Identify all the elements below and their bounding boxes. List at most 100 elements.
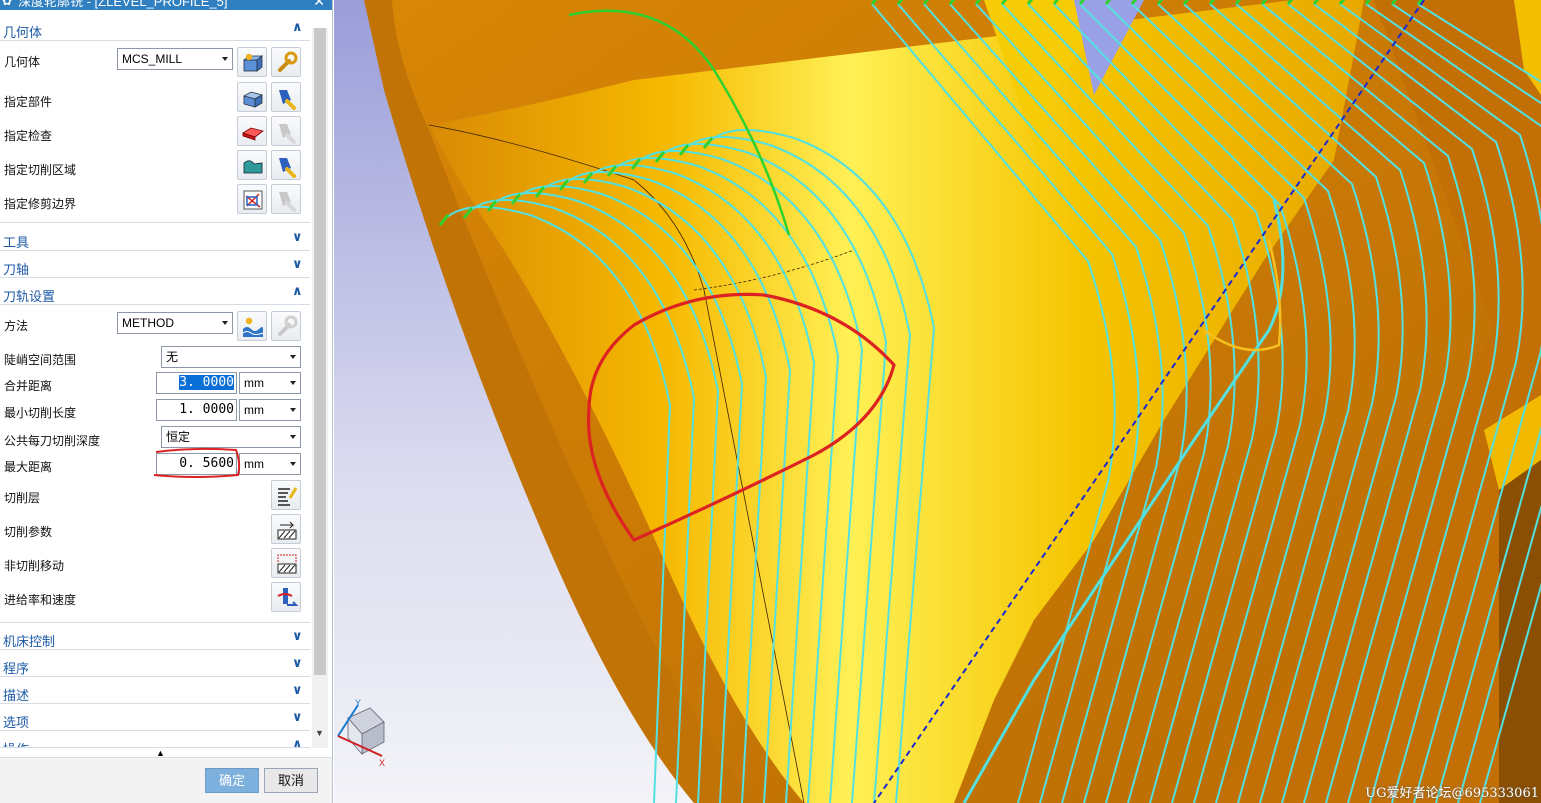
- scroll-down-icon[interactable]: ▼: [315, 728, 324, 738]
- section-program[interactable]: 程序 ∨: [0, 653, 310, 677]
- close-icon[interactable]: ✕: [313, 0, 325, 10]
- edit-geometry-button[interactable]: [271, 47, 301, 77]
- cut-params-button[interactable]: [271, 514, 301, 544]
- chevron-down-icon[interactable]: ∨: [292, 230, 304, 244]
- section-machine-control-label: 机床控制: [3, 634, 56, 649]
- chevron-down-icon[interactable]: ∨: [292, 656, 304, 670]
- new-method-button[interactable]: [237, 311, 267, 341]
- chevron-down-icon[interactable]: ∨: [292, 710, 304, 724]
- dialog-scrollbar[interactable]: ▼: [312, 28, 328, 748]
- merge-distance-label: 合并距离: [4, 379, 53, 393]
- chevron-up-icon[interactable]: ∧: [292, 20, 304, 34]
- chevron-down-icon[interactable]: ∨: [292, 683, 304, 697]
- wrench-icon: [278, 51, 298, 72]
- cut-levels-icon: [278, 487, 298, 506]
- flashlight-icon: [279, 158, 296, 178]
- specify-part-button[interactable]: [237, 82, 267, 112]
- specify-trim-boundary-label: 指定修剪边界: [4, 197, 77, 211]
- merge-distance-unit: mm: [244, 376, 264, 390]
- operation-dialog: ✿ 深度轮廓铣 - [ZLEVEL_PROFILE_5] ✕ 几何体 ∧ 几何体…: [0, 0, 333, 803]
- dropdown-arrow-icon: [290, 408, 296, 412]
- non-cut-moves-button[interactable]: [271, 548, 301, 578]
- merge-distance-value: 3. 0000: [179, 375, 234, 390]
- model-scene[interactable]: Y X: [334, 0, 1541, 803]
- geometry-select-value: MCS_MILL: [122, 52, 183, 66]
- app-window: ✿ 深度轮廓铣 - [ZLEVEL_PROFILE_5] ✕ 几何体 ∧ 几何体…: [0, 0, 1541, 803]
- specify-cut-area-button[interactable]: [237, 150, 267, 180]
- section-options[interactable]: 选项 ∨: [0, 707, 310, 731]
- divider: [0, 222, 310, 223]
- geometry-label: 几何体: [4, 55, 41, 69]
- scrollbar-thumb[interactable]: [314, 28, 326, 675]
- section-tool-label: 工具: [3, 235, 30, 250]
- merge-distance-input[interactable]: 3. 0000: [156, 372, 237, 394]
- new-geometry-icon: [242, 53, 264, 72]
- method-select[interactable]: METHOD: [117, 312, 233, 334]
- chevron-up-icon[interactable]: ∧: [292, 284, 304, 298]
- steep-range-value: 无: [166, 350, 179, 364]
- cut-levels-label: 切削层: [4, 491, 41, 505]
- part-icon: [242, 91, 264, 108]
- check-geometry-icon: [242, 127, 264, 141]
- dropdown-arrow-icon: [290, 381, 296, 385]
- feeds-speeds-icon: [277, 588, 299, 606]
- collapse-arrow-icon[interactable]: ▲: [156, 748, 165, 758]
- min-cut-length-unit: mm: [244, 403, 264, 417]
- new-geometry-button[interactable]: [237, 47, 267, 77]
- dialog-title: 深度轮廓铣 - [ZLEVEL_PROFILE_5]: [18, 0, 228, 9]
- max-distance-label: 最大距离: [4, 460, 53, 474]
- watermark-text: UG爱好者论坛@695333061: [1365, 786, 1539, 801]
- section-description[interactable]: 描述 ∨: [0, 680, 310, 704]
- show-check-button[interactable]: [271, 116, 301, 146]
- section-path-settings[interactable]: 刀轨设置 ∧: [0, 281, 310, 305]
- axis-x-label: X: [379, 758, 385, 768]
- show-cut-area-button[interactable]: [271, 150, 301, 180]
- flashlight-icon: [279, 90, 296, 110]
- specify-part-label: 指定部件: [4, 95, 53, 109]
- graphics-viewport[interactable]: Y X UG爱好者论坛@695333061: [334, 0, 1541, 803]
- feeds-speeds-label: 进给率和速度: [4, 593, 77, 607]
- axis-y-label: Y: [355, 698, 361, 708]
- cut-params-label: 切削参数: [4, 525, 53, 539]
- specify-trim-boundary-button[interactable]: [237, 184, 267, 214]
- min-cut-length-input[interactable]: 1. 0000: [156, 399, 237, 421]
- divider: [0, 622, 310, 623]
- max-distance-unit-select[interactable]: mm: [239, 453, 301, 475]
- method-label: 方法: [4, 319, 29, 333]
- dropdown-arrow-icon: [222, 57, 228, 61]
- cut-levels-button[interactable]: [271, 480, 301, 510]
- ok-button[interactable]: 确定: [205, 768, 259, 793]
- merge-distance-unit-select[interactable]: mm: [239, 372, 301, 394]
- flashlight-disabled-icon: [279, 124, 296, 144]
- geometry-select[interactable]: MCS_MILL: [117, 48, 233, 70]
- section-description-label: 描述: [3, 688, 30, 703]
- min-cut-length-value: 1. 0000: [179, 402, 234, 417]
- section-tool[interactable]: 工具 ∨: [0, 227, 310, 251]
- non-cut-moves-icon: [277, 554, 297, 574]
- dialog-titlebar[interactable]: ✿ 深度轮廓铣 - [ZLEVEL_PROFILE_5] ✕: [0, 0, 332, 10]
- show-trim-boundary-button[interactable]: [271, 184, 301, 214]
- dropdown-arrow-icon: [290, 435, 296, 439]
- edit-method-button[interactable]: [271, 311, 301, 341]
- section-tool-axis[interactable]: 刀轴 ∨: [0, 254, 310, 278]
- section-tool-axis-label: 刀轴: [3, 262, 30, 277]
- chevron-down-icon[interactable]: ∨: [292, 629, 304, 643]
- feeds-speeds-button[interactable]: [271, 582, 301, 612]
- cancel-button[interactable]: 取消: [264, 768, 318, 793]
- section-operations-label: 操作: [3, 739, 29, 747]
- show-part-button[interactable]: [271, 82, 301, 112]
- method-select-value: METHOD: [122, 316, 174, 330]
- non-cut-moves-label: 非切削移动: [4, 559, 65, 573]
- trim-boundary-icon: [243, 190, 263, 210]
- specify-cut-area-label: 指定切削区域: [4, 163, 77, 177]
- steep-range-select[interactable]: 无: [161, 346, 301, 368]
- depth-per-cut-label: 公共每刀切削深度: [4, 434, 101, 448]
- chevron-down-icon[interactable]: ∨: [292, 257, 304, 271]
- section-machine-control[interactable]: 机床控制 ∨: [0, 626, 310, 650]
- gear-icon: ✿: [2, 0, 13, 8]
- section-operations[interactable]: 操作 ∧: [0, 734, 310, 748]
- chevron-up-icon[interactable]: ∧: [292, 737, 304, 748]
- specify-check-button[interactable]: [237, 116, 267, 146]
- section-geometry[interactable]: 几何体 ∧: [0, 17, 310, 41]
- min-cut-length-unit-select[interactable]: mm: [239, 399, 301, 421]
